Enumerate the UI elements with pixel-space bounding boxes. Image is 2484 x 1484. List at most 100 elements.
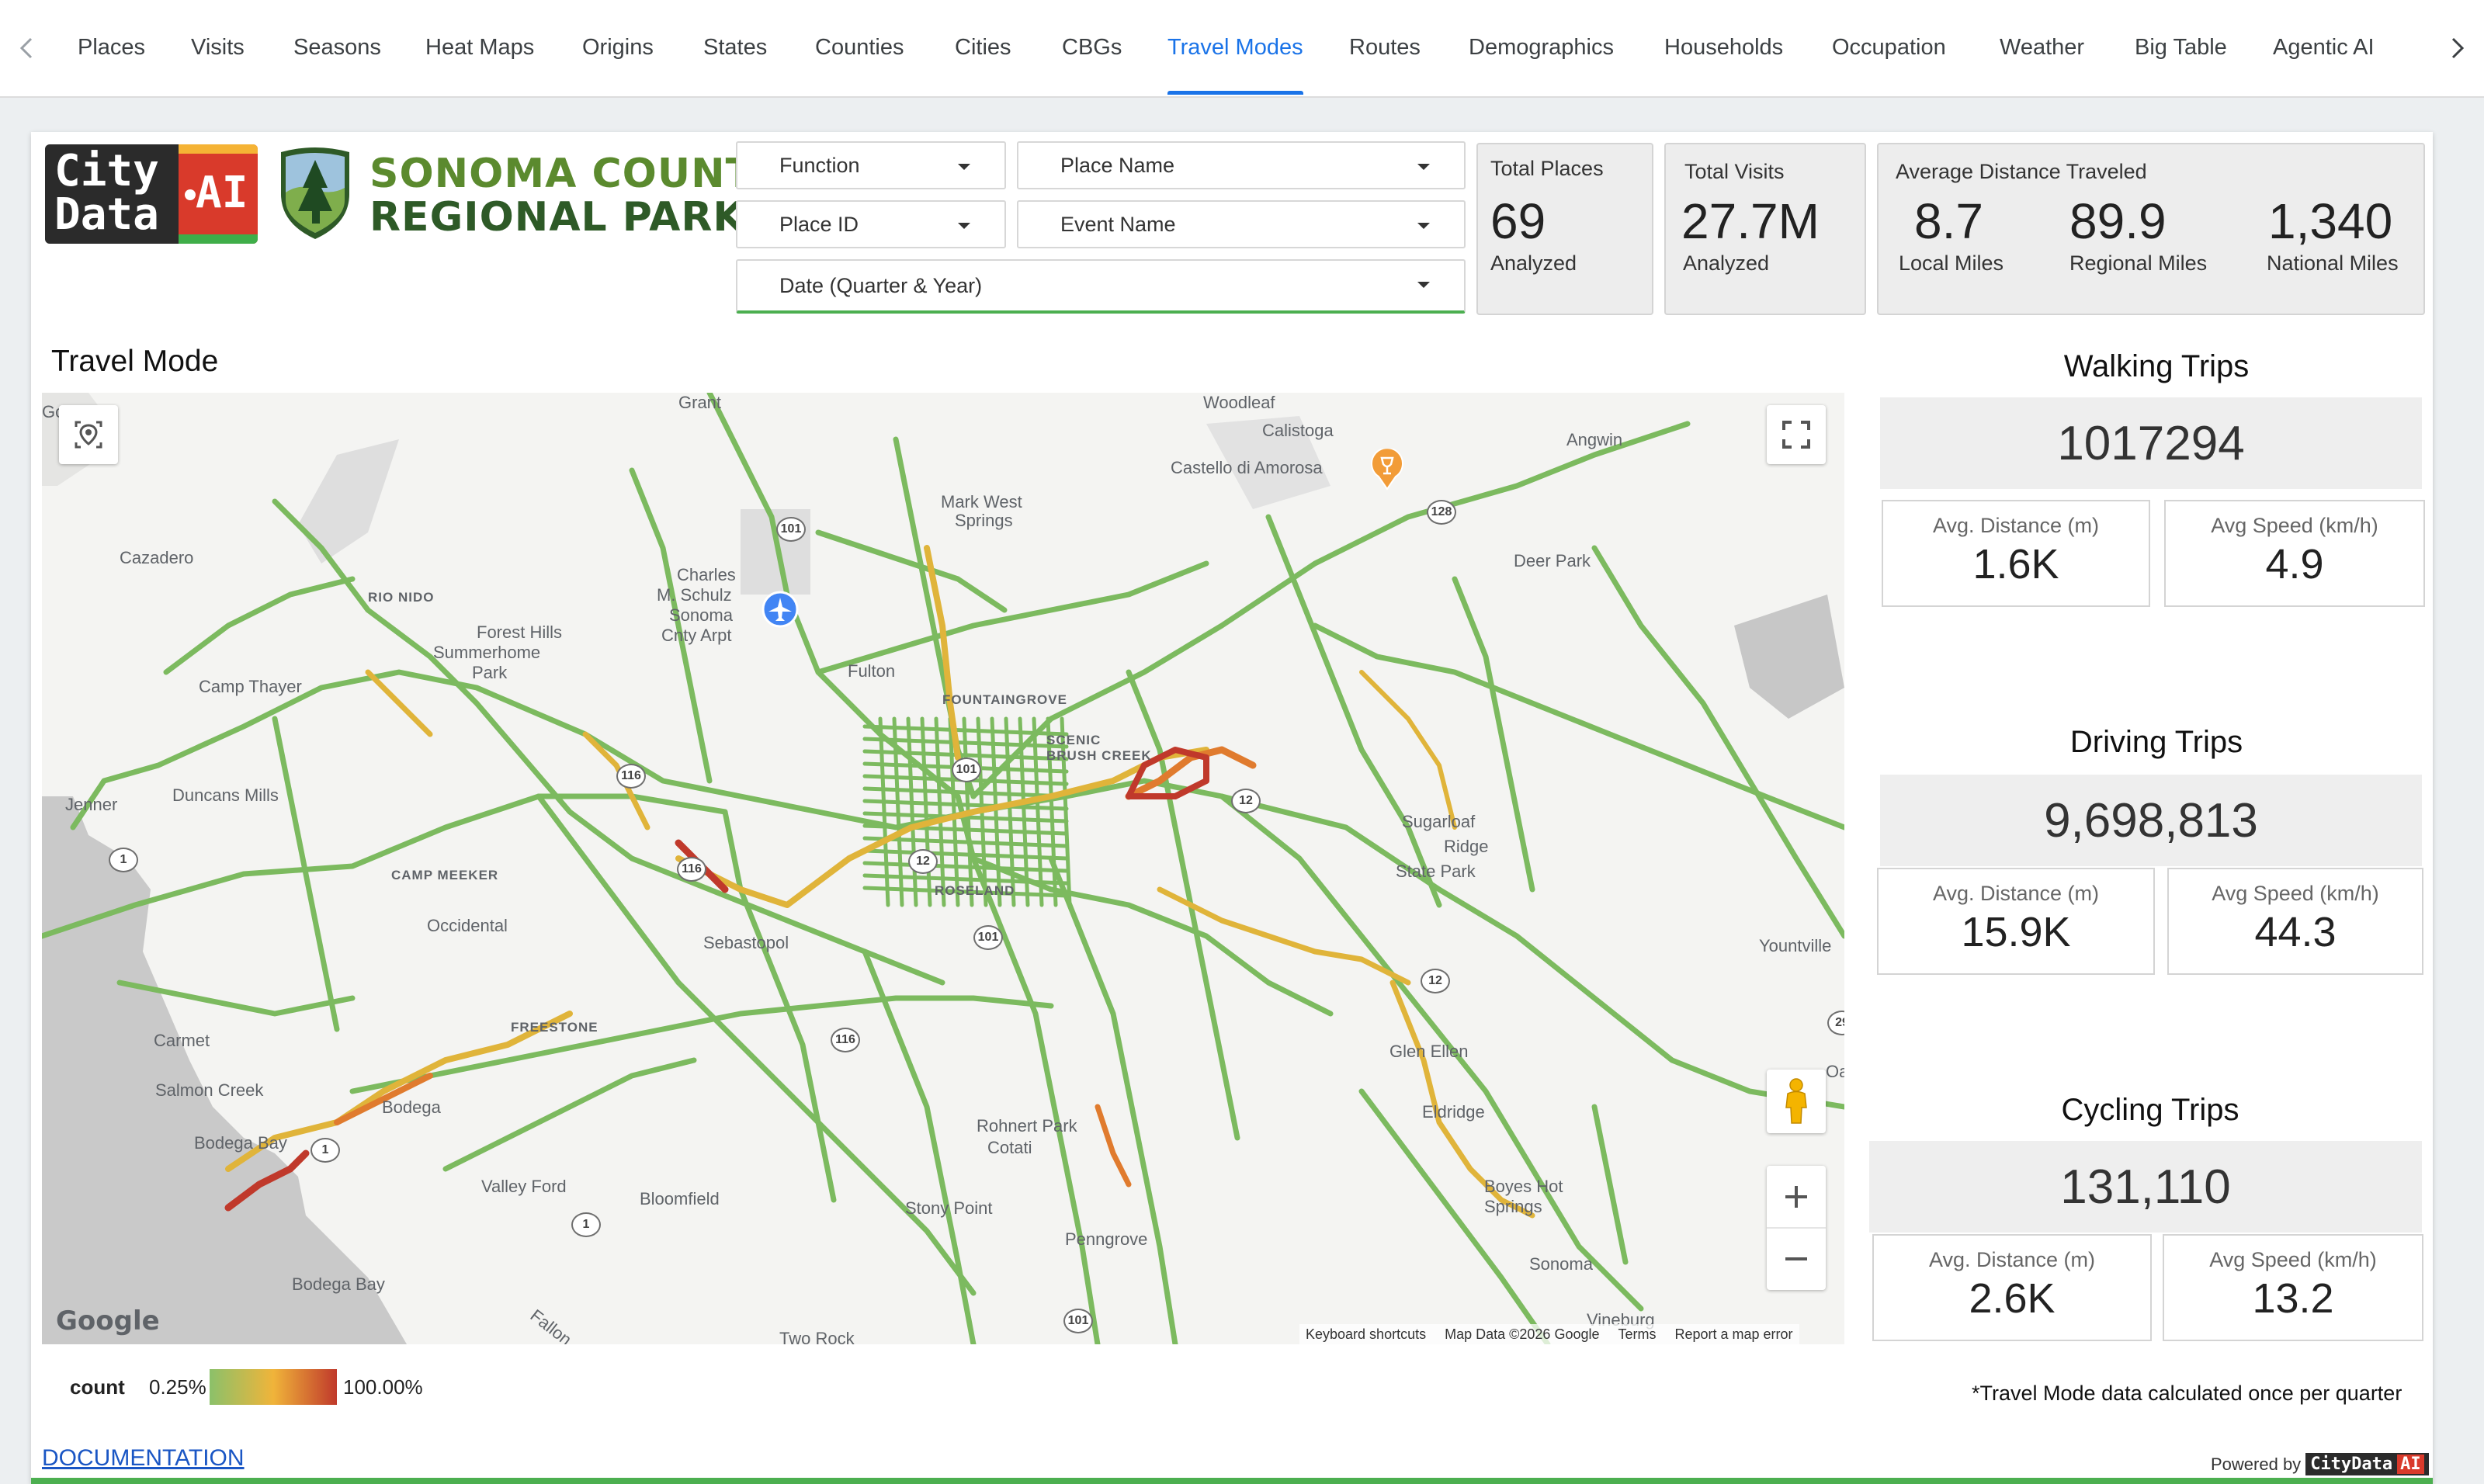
terms-link[interactable]: Terms bbox=[1618, 1326, 1656, 1343]
total-places-sub: Analyzed bbox=[1490, 251, 1577, 275]
map-place-label: CAMP MEEKER bbox=[391, 868, 499, 882]
citydata-logo: City Data AI bbox=[45, 144, 258, 244]
map-attribution: Keyboard shortcuts Map Data ©2026 Google… bbox=[1299, 1324, 1799, 1344]
citydata-logo-ai: AI bbox=[196, 168, 248, 218]
map-place-label: Woodleaf bbox=[1203, 393, 1275, 412]
tab-visits[interactable]: Visits bbox=[191, 0, 245, 95]
powered-by-brand: CityData bbox=[2310, 1455, 2393, 1474]
scroll-left-button[interactable] bbox=[11, 29, 42, 67]
road-segment bbox=[536, 793, 977, 1296]
tab-demographics[interactable]: Demographics bbox=[1469, 0, 1614, 95]
caret-down-icon bbox=[1417, 164, 1430, 170]
tab-heat-maps[interactable]: Heat Maps bbox=[425, 0, 534, 95]
road-segment bbox=[862, 848, 1069, 861]
zoom-in-button[interactable] bbox=[1767, 1167, 1826, 1229]
map-place-label: Jenner bbox=[65, 795, 118, 814]
road-segment bbox=[990, 716, 1002, 907]
land-area bbox=[1734, 595, 1844, 719]
caret-down-icon bbox=[958, 164, 970, 170]
map-place-label: Two Rock bbox=[779, 1329, 855, 1344]
driving-distance-value: 15.9K bbox=[1961, 909, 2071, 955]
land-area bbox=[298, 439, 399, 563]
cycling-speed-card: Avg Speed (km/h) 13.2 bbox=[2163, 1234, 2423, 1341]
road-segment bbox=[442, 1057, 697, 1172]
citydata-logo-line1: City bbox=[54, 146, 159, 196]
place-name-dropdown[interactable]: Place Name bbox=[1017, 141, 1466, 189]
winery-icon[interactable] bbox=[1369, 449, 1405, 491]
highway-shield: 12 bbox=[1231, 789, 1261, 813]
date-dropdown[interactable]: Date (Quarter & Year) bbox=[736, 259, 1466, 314]
highway-shield: 12 bbox=[1421, 969, 1450, 993]
driving-trips-title: Driving Trips bbox=[2069, 725, 2243, 759]
map-place-label: State Park bbox=[1396, 862, 1476, 881]
highway-shield: 1 bbox=[109, 848, 138, 872]
fullscreen-button[interactable] bbox=[1767, 405, 1826, 464]
tab-households[interactable]: Households bbox=[1664, 0, 1783, 95]
tab-big-table[interactable]: Big Table bbox=[2135, 0, 2227, 95]
map-place-label: Occidental bbox=[427, 916, 508, 935]
regional-miles-value: 89.9 bbox=[2069, 193, 2167, 249]
highway-shield: 116 bbox=[831, 1028, 860, 1052]
highway-shield: 12 bbox=[908, 849, 938, 874]
total-visits-sub: Analyzed bbox=[1683, 251, 1770, 275]
walking-trips-title: Walking Trips bbox=[2063, 349, 2250, 383]
parks-title: SONOMA COUNTY REGIONAL PARKS bbox=[369, 152, 784, 239]
cycling-speed-value: 13.2 bbox=[2252, 1275, 2334, 1322]
tab-cities[interactable]: Cities bbox=[955, 0, 1011, 95]
my-location-button[interactable] bbox=[59, 405, 118, 464]
map-place-label: Park bbox=[472, 663, 508, 682]
tab-seasons[interactable]: Seasons bbox=[293, 0, 381, 95]
report-map-error-link[interactable]: Report a map error bbox=[1674, 1326, 1792, 1343]
tab-agentic-ai[interactable]: Agentic AI bbox=[2273, 0, 2375, 95]
travel-mode-title: Travel Mode bbox=[51, 345, 219, 378]
highway-shield: 128 bbox=[1427, 500, 1456, 525]
keyboard-shortcuts-link[interactable]: Keyboard shortcuts bbox=[1306, 1326, 1426, 1343]
zoom-out-button[interactable] bbox=[1767, 1229, 1826, 1289]
map-data-text: Map Data ©2026 Google bbox=[1445, 1326, 1600, 1342]
parks-title-line1: SONOMA COUNTY bbox=[369, 151, 784, 197]
driving-speed-value: 44.3 bbox=[2254, 909, 2337, 955]
cycling-trips-title: Cycling Trips bbox=[2061, 1093, 2239, 1127]
tab-weather[interactable]: Weather bbox=[2000, 0, 2084, 95]
street-view-button[interactable] bbox=[1767, 1070, 1826, 1133]
average-distance-label: Average Distance Traveled bbox=[1896, 160, 2147, 183]
parks-shield-icon bbox=[281, 147, 349, 239]
map-place-label: Charles bbox=[677, 565, 736, 584]
map-place-label: Angwin bbox=[1566, 430, 1623, 449]
tab-routes[interactable]: Routes bbox=[1349, 0, 1421, 95]
travel-mode-map[interactable]: Grant Woodleaf Calistoga Angwin Castello di … bbox=[42, 393, 1844, 1344]
tab-states[interactable]: States bbox=[703, 0, 767, 95]
place-name-dropdown-label: Place Name bbox=[1060, 153, 1175, 177]
map-place-label: Sebastopol bbox=[703, 933, 789, 952]
tab-occupation[interactable]: Occupation bbox=[1832, 0, 1946, 95]
average-distance-card: Average Distance Traveled 8.7 Local Mile… bbox=[1877, 143, 2425, 315]
documentation-link[interactable]: DOCUMENTATION bbox=[42, 1445, 245, 1472]
map-place-label: RIO NIDO bbox=[368, 590, 435, 605]
driving-speed-card: Avg Speed (km/h) 44.3 bbox=[2167, 868, 2423, 975]
event-name-dropdown[interactable]: Event Name bbox=[1017, 200, 1466, 248]
tab-places[interactable]: Places bbox=[78, 0, 145, 95]
footnote: *Travel Mode data calculated once per qu… bbox=[1972, 1382, 2402, 1405]
road-segment bbox=[1048, 855, 1178, 1344]
map-place-label: Cnty Arpt bbox=[661, 626, 732, 645]
regional-miles-label: Regional Miles bbox=[2069, 251, 2208, 275]
scroll-right-button[interactable] bbox=[2442, 29, 2473, 67]
driving-distance-label: Avg. Distance (m) bbox=[1932, 882, 2100, 905]
tab-travel-modes[interactable]: Travel Modes bbox=[1167, 0, 1303, 95]
local-miles-value: 8.7 bbox=[1914, 193, 1983, 249]
tab-cbgs[interactable]: CBGs bbox=[1062, 0, 1122, 95]
map-place-label: Yountville bbox=[1759, 936, 1832, 955]
chevron-right-icon bbox=[2451, 37, 2465, 59]
zoom-controls bbox=[1767, 1166, 1826, 1290]
total-visits-card: Total Visits 27.7M Analyzed bbox=[1664, 143, 1866, 315]
road-segment bbox=[365, 669, 433, 737]
place-id-dropdown[interactable]: Place ID bbox=[736, 200, 1006, 248]
cycling-distance-value: 2.6K bbox=[1969, 1275, 2056, 1322]
tab-origins[interactable]: Origins bbox=[582, 0, 654, 95]
tab-counties[interactable]: Counties bbox=[815, 0, 904, 95]
map-place-label: Ridge bbox=[1444, 837, 1489, 856]
map-place-label: Boyes Hot bbox=[1484, 1177, 1563, 1196]
driving-trips-value: 9,698,813 bbox=[1880, 775, 2422, 866]
airport-icon[interactable] bbox=[761, 590, 800, 629]
function-dropdown[interactable]: Function bbox=[736, 141, 1006, 189]
